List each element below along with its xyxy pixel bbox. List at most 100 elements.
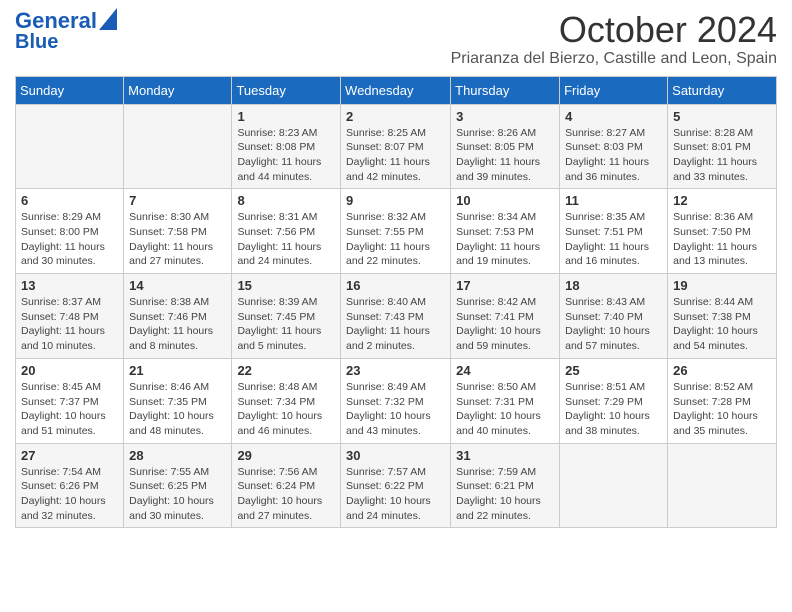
day-number: 27: [21, 448, 118, 463]
day-of-week-header: Wednesday: [341, 76, 451, 104]
day-number: 22: [237, 363, 335, 378]
calendar-week-row: 6Sunrise: 8:29 AM Sunset: 8:00 PM Daylig…: [16, 189, 777, 274]
day-number: 2: [346, 109, 445, 124]
calendar-cell: [668, 443, 777, 528]
day-number: 24: [456, 363, 554, 378]
day-of-week-header: Saturday: [668, 76, 777, 104]
calendar-cell: 4 Sunrise: 8:27 AM Sunset: 8:03 PM Daylig…: [560, 104, 668, 189]
calendar-cell: 20Sunrise: 8:45 AM Sunset: 7:37 PM Dayli…: [16, 358, 124, 443]
cell-info: Sunrise: 8:43 AM Sunset: 7:40 PM Dayligh…: [565, 295, 662, 354]
cell-info: Sunrise: 8:35 AM Sunset: 7:51 PM Dayligh…: [565, 210, 662, 269]
day-of-week-header: Thursday: [451, 76, 560, 104]
calendar-cell: 26 Sunrise: 8:52 AM Sunset: 7:28 PM Dayli…: [668, 358, 777, 443]
cell-info: Sunrise: 8:23 AM Sunset: 8:08 PM Dayligh…: [237, 126, 335, 185]
calendar-cell: 16 Sunrise: 8:40 AM Sunset: 7:43 PM Dayli…: [341, 274, 451, 359]
calendar-cell: [16, 104, 124, 189]
day-number: 4: [565, 109, 662, 124]
day-number: 19: [673, 278, 771, 293]
calendar-cell: 12Sunrise: 8:36 AM Sunset: 7:50 PM Dayli…: [668, 189, 777, 274]
calendar-cell: 24Sunrise: 8:50 AM Sunset: 7:31 PM Dayli…: [451, 358, 560, 443]
day-number: 28: [129, 448, 226, 463]
cell-info: Sunrise: 8:37 AM Sunset: 7:48 PM Dayligh…: [21, 295, 118, 354]
cell-info: Sunrise: 8:34 AM Sunset: 7:53 PM Dayligh…: [456, 210, 554, 269]
day-of-week-header: Tuesday: [232, 76, 341, 104]
calendar-cell: 14 Sunrise: 8:38 AM Sunset: 7:46 PM Dayli…: [124, 274, 232, 359]
day-number: 10: [456, 193, 554, 208]
calendar-cell: [124, 104, 232, 189]
calendar-cell: 17Sunrise: 8:42 AM Sunset: 7:41 PM Dayli…: [451, 274, 560, 359]
day-number: 30: [346, 448, 445, 463]
cell-info: Sunrise: 8:25 AM Sunset: 8:07 PM Dayligh…: [346, 126, 445, 185]
calendar-cell: 27 Sunrise: 7:54 AM Sunset: 6:26 PM Dayli…: [16, 443, 124, 528]
day-of-week-header: Friday: [560, 76, 668, 104]
calendar-cell: 9Sunrise: 8:32 AM Sunset: 7:55 PM Daylig…: [341, 189, 451, 274]
calendar-cell: 31 Sunrise: 7:59 AM Sunset: 6:21 PM Dayli…: [451, 443, 560, 528]
cell-info: Sunrise: 8:46 AM Sunset: 7:35 PM Dayligh…: [129, 380, 226, 439]
calendar-week-row: 27 Sunrise: 7:54 AM Sunset: 6:26 PM Dayli…: [16, 443, 777, 528]
logo-blue-text: Blue: [15, 32, 58, 52]
day-number: 15: [237, 278, 335, 293]
day-number: 31: [456, 448, 554, 463]
day-of-week-header: Monday: [124, 76, 232, 104]
day-number: 6: [21, 193, 118, 208]
day-number: 14: [129, 278, 226, 293]
month-title: October 2024: [451, 10, 777, 50]
logo: General Blue: [15, 10, 117, 52]
calendar-cell: 15 Sunrise: 8:39 AM Sunset: 7:45 PM Dayli…: [232, 274, 341, 359]
cell-info: Sunrise: 8:52 AM Sunset: 7:28 PM Dayligh…: [673, 380, 771, 439]
day-number: 3: [456, 109, 554, 124]
page-header: General Blue October 2024 Priaranza del …: [15, 10, 777, 68]
logo-text: General: [15, 10, 97, 32]
calendar-cell: 23 Sunrise: 8:49 AM Sunset: 7:32 PM Dayli…: [341, 358, 451, 443]
calendar-cell: 18Sunrise: 8:43 AM Sunset: 7:40 PM Dayli…: [560, 274, 668, 359]
cell-info: Sunrise: 8:39 AM Sunset: 7:45 PM Dayligh…: [237, 295, 335, 354]
cell-info: Sunrise: 8:26 AM Sunset: 8:05 PM Dayligh…: [456, 126, 554, 185]
calendar-cell: 1 Sunrise: 8:23 AM Sunset: 8:08 PM Daylig…: [232, 104, 341, 189]
day-number: 11: [565, 193, 662, 208]
title-area: October 2024 Priaranza del Bierzo, Casti…: [451, 10, 777, 68]
cell-info: Sunrise: 8:32 AM Sunset: 7:55 PM Dayligh…: [346, 210, 445, 269]
day-number: 26: [673, 363, 771, 378]
cell-info: Sunrise: 8:31 AM Sunset: 7:56 PM Dayligh…: [237, 210, 335, 269]
logo-triangle-icon: [99, 8, 117, 30]
calendar-week-row: 1 Sunrise: 8:23 AM Sunset: 8:08 PM Daylig…: [16, 104, 777, 189]
day-number: 1: [237, 109, 335, 124]
calendar-week-row: 13 Sunrise: 8:37 AM Sunset: 7:48 PM Dayli…: [16, 274, 777, 359]
calendar-table: SundayMondayTuesdayWednesdayThursdayFrid…: [15, 76, 777, 529]
day-of-week-header: Sunday: [16, 76, 124, 104]
cell-info: Sunrise: 7:59 AM Sunset: 6:21 PM Dayligh…: [456, 465, 554, 524]
calendar-cell: [560, 443, 668, 528]
cell-info: Sunrise: 8:28 AM Sunset: 8:01 PM Dayligh…: [673, 126, 771, 185]
cell-info: Sunrise: 7:56 AM Sunset: 6:24 PM Dayligh…: [237, 465, 335, 524]
day-number: 5: [673, 109, 771, 124]
calendar-cell: 19Sunrise: 8:44 AM Sunset: 7:38 PM Dayli…: [668, 274, 777, 359]
calendar-cell: 6Sunrise: 8:29 AM Sunset: 8:00 PM Daylig…: [16, 189, 124, 274]
calendar-cell: 25 Sunrise: 8:51 AM Sunset: 7:29 PM Dayli…: [560, 358, 668, 443]
location-title: Priaranza del Bierzo, Castille and Leon,…: [451, 50, 777, 68]
calendar-cell: 21 Sunrise: 8:46 AM Sunset: 7:35 PM Dayli…: [124, 358, 232, 443]
cell-info: Sunrise: 8:48 AM Sunset: 7:34 PM Dayligh…: [237, 380, 335, 439]
day-number: 21: [129, 363, 226, 378]
day-number: 20: [21, 363, 118, 378]
calendar-cell: 2 Sunrise: 8:25 AM Sunset: 8:07 PM Daylig…: [341, 104, 451, 189]
day-number: 25: [565, 363, 662, 378]
cell-info: Sunrise: 8:40 AM Sunset: 7:43 PM Dayligh…: [346, 295, 445, 354]
calendar-cell: 8Sunrise: 8:31 AM Sunset: 7:56 PM Daylig…: [232, 189, 341, 274]
calendar-cell: 5 Sunrise: 8:28 AM Sunset: 8:01 PM Daylig…: [668, 104, 777, 189]
calendar-cell: 13 Sunrise: 8:37 AM Sunset: 7:48 PM Dayli…: [16, 274, 124, 359]
calendar-cell: 11 Sunrise: 8:35 AM Sunset: 7:51 PM Dayli…: [560, 189, 668, 274]
calendar-cell: 3 Sunrise: 8:26 AM Sunset: 8:05 PM Daylig…: [451, 104, 560, 189]
calendar-cell: 7Sunrise: 8:30 AM Sunset: 7:58 PM Daylig…: [124, 189, 232, 274]
day-number: 16: [346, 278, 445, 293]
cell-info: Sunrise: 7:55 AM Sunset: 6:25 PM Dayligh…: [129, 465, 226, 524]
cell-info: Sunrise: 7:54 AM Sunset: 6:26 PM Dayligh…: [21, 465, 118, 524]
cell-info: Sunrise: 8:27 AM Sunset: 8:03 PM Dayligh…: [565, 126, 662, 185]
calendar-header-row: SundayMondayTuesdayWednesdayThursdayFrid…: [16, 76, 777, 104]
day-number: 23: [346, 363, 445, 378]
cell-info: Sunrise: 8:38 AM Sunset: 7:46 PM Dayligh…: [129, 295, 226, 354]
day-number: 13: [21, 278, 118, 293]
cell-info: Sunrise: 8:30 AM Sunset: 7:58 PM Dayligh…: [129, 210, 226, 269]
cell-info: Sunrise: 8:51 AM Sunset: 7:29 PM Dayligh…: [565, 380, 662, 439]
day-number: 29: [237, 448, 335, 463]
cell-info: Sunrise: 8:49 AM Sunset: 7:32 PM Dayligh…: [346, 380, 445, 439]
